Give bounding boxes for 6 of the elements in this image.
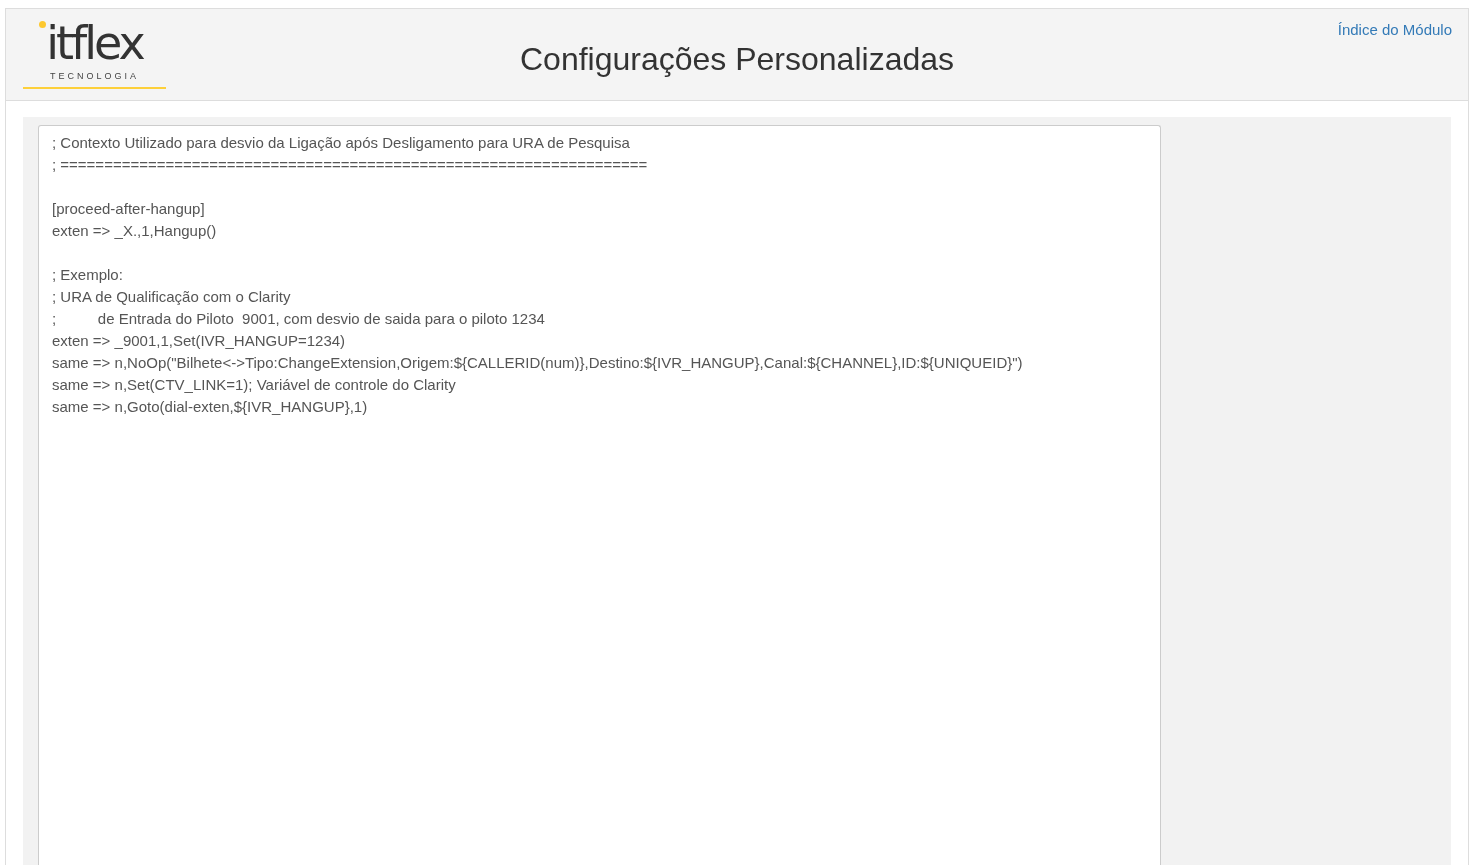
page-title: Configurações Personalizadas xyxy=(520,40,954,78)
config-editor[interactable]: ; Contexto Utilizado para desvio da Ligação após Desligamento para URA de Pesquisa ; =================================================================== [proceed-after-hangup] exten => _X.,1,Hangup() ; Exemplo: ; URA de Qualificação com o Clarity ; de Entrada do Piloto 9001, com desvio de saida para o piloto 1234 exten => _9001,1,Set(IVR_HANGUP=1234) same => n,NoOp("Bilhete<->Tipo:ChangeExtension,Origem:${CALLERID(num)},Destino:${IVR_HANGUP},Canal:${CHANNEL},ID:${UNIQUEID}") same => n,Set(CTV_LINK=1); Variável de controle do Clarity same => n,Goto(dial-exten,${IVR_HANGUP},1) xyxy=(38,125,1161,865)
logo-tagline: TECNOLOGIA xyxy=(50,71,139,81)
logo-dot-icon xyxy=(39,21,46,28)
logo-wordmark: itflex xyxy=(46,21,143,65)
module-index-link[interactable]: Índice do Módulo xyxy=(1337,21,1452,38)
